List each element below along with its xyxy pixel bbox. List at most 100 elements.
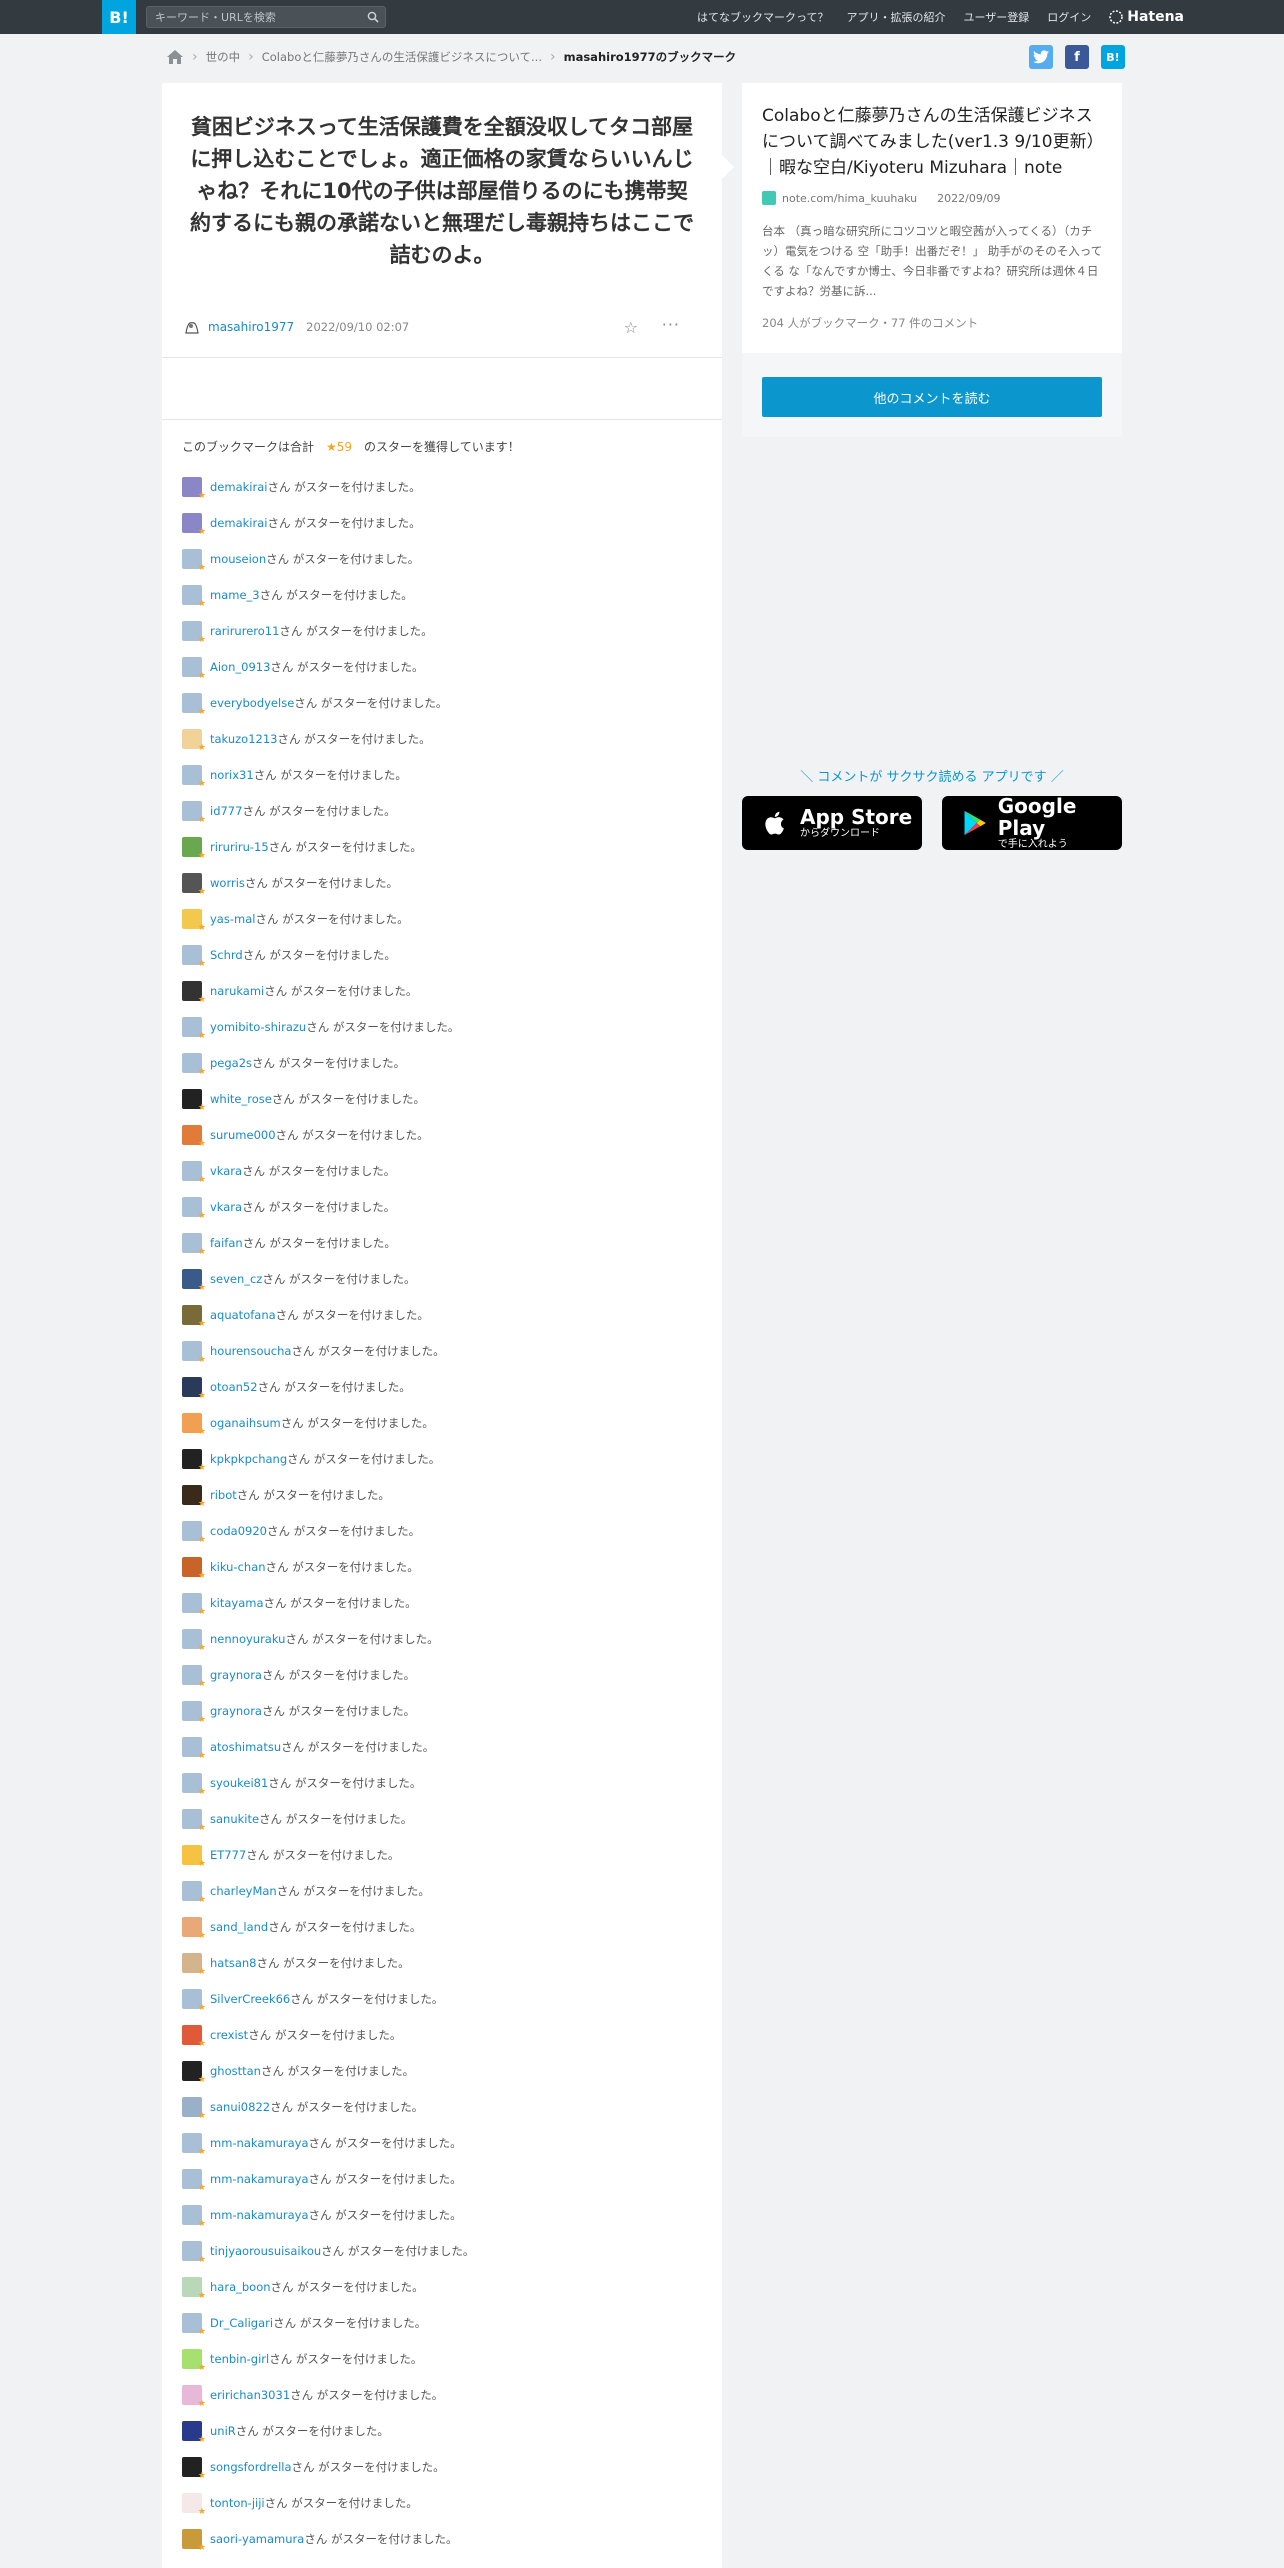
star-user-name[interactable]: everybodyelse: [210, 696, 294, 710]
nav-login[interactable]: ログイン: [1047, 9, 1091, 25]
star-user-name[interactable]: hara_boon: [210, 2280, 271, 2294]
star-user-name[interactable]: faifan: [210, 1236, 243, 1250]
star-user-name[interactable]: crexist: [210, 2028, 248, 2042]
star-user-name[interactable]: vkara: [210, 1200, 242, 1214]
star-user-avatar[interactable]: ★: [182, 765, 206, 789]
nav-apps[interactable]: アプリ・拡張の紹介: [846, 9, 945, 25]
star-user-name[interactable]: graynora: [210, 1668, 262, 1682]
bookmark-date[interactable]: 2022/09/10 02:07: [306, 320, 409, 334]
search-icon[interactable]: [367, 11, 379, 23]
star-user-avatar[interactable]: ★: [182, 1593, 206, 1617]
star-user-avatar[interactable]: ★: [182, 909, 206, 933]
star-user-name[interactable]: tonton-jiji: [210, 2496, 265, 2510]
star-user-name[interactable]: sanukite: [210, 1812, 259, 1826]
star-user-name[interactable]: tenbin-girl: [210, 2352, 269, 2366]
read-more-comments-button[interactable]: 他のコメントを読む: [762, 377, 1102, 417]
nav-register[interactable]: ユーザー登録: [963, 9, 1029, 25]
star-user-avatar[interactable]: ★: [182, 2313, 206, 2337]
star-user-avatar[interactable]: ★: [182, 1737, 206, 1761]
star-user-name[interactable]: white_rose: [210, 1092, 272, 1106]
add-star-icon[interactable]: ☆: [624, 318, 638, 337]
star-user-avatar[interactable]: ★: [182, 2421, 206, 2445]
star-user-avatar[interactable]: ★: [182, 1701, 206, 1725]
star-user-name[interactable]: ghosttan: [210, 2064, 261, 2078]
star-user-name[interactable]: songsfordrella: [210, 2460, 292, 2474]
home-icon[interactable]: [166, 49, 184, 65]
hatebu-share-button[interactable]: B!: [1101, 45, 1125, 69]
star-user-avatar[interactable]: ★: [182, 2241, 206, 2265]
star-user-avatar[interactable]: ★: [182, 1161, 206, 1185]
star-user-name[interactable]: hourensoucha: [210, 1344, 291, 1358]
star-user-avatar[interactable]: ★: [182, 1629, 206, 1653]
star-user-name[interactable]: kitayama: [210, 1596, 264, 1610]
star-user-avatar[interactable]: ★: [182, 2385, 206, 2409]
star-user-avatar[interactable]: ★: [182, 1557, 206, 1581]
star-user-avatar[interactable]: ★: [182, 1089, 206, 1113]
star-user-name[interactable]: yomibito-shirazu: [210, 1020, 306, 1034]
star-user-avatar[interactable]: ★: [182, 2349, 206, 2373]
star-user-name[interactable]: seven_cz: [210, 1272, 262, 1286]
star-user-name[interactable]: narukami: [210, 984, 264, 998]
search-input[interactable]: [147, 7, 357, 27]
star-user-avatar[interactable]: ★: [182, 2061, 206, 2085]
star-user-name[interactable]: mame_3: [210, 588, 260, 602]
star-user-name[interactable]: takuzo1213: [210, 732, 278, 746]
star-user-avatar[interactable]: ★: [182, 657, 206, 681]
star-user-avatar[interactable]: ★: [182, 1341, 206, 1365]
star-user-name[interactable]: charleyMan: [210, 1884, 277, 1898]
star-user-avatar[interactable]: ★: [182, 2133, 206, 2157]
star-user-avatar[interactable]: ★: [182, 1989, 206, 2013]
star-user-name[interactable]: hatsan8: [210, 1956, 257, 1970]
star-user-avatar[interactable]: ★: [182, 1305, 206, 1329]
twitter-share-button[interactable]: [1029, 45, 1053, 69]
star-user-name[interactable]: sand_land: [210, 1920, 268, 1934]
star-user-avatar[interactable]: ★: [182, 477, 206, 501]
star-user-avatar[interactable]: ★: [182, 549, 206, 573]
star-user-name[interactable]: surume000: [210, 1128, 276, 1142]
star-user-avatar[interactable]: ★: [182, 1377, 206, 1401]
star-user-avatar[interactable]: ★: [182, 1521, 206, 1545]
star-user-name[interactable]: graynora: [210, 1704, 262, 1718]
star-user-name[interactable]: atoshimatsu: [210, 1740, 281, 1754]
star-user-avatar[interactable]: ★: [182, 693, 206, 717]
star-user-name[interactable]: ribot: [210, 1488, 237, 1502]
star-user-avatar[interactable]: ★: [182, 513, 206, 537]
star-user-avatar[interactable]: ★: [182, 1881, 206, 1905]
star-user-avatar[interactable]: ★: [182, 2493, 206, 2517]
search-box[interactable]: [146, 6, 386, 28]
star-user-avatar[interactable]: ★: [182, 1809, 206, 1833]
star-user-avatar[interactable]: ★: [182, 1053, 206, 1077]
star-user-avatar[interactable]: ★: [182, 945, 206, 969]
star-user-avatar[interactable]: ★: [182, 2169, 206, 2193]
bookmark-user-link[interactable]: masahiro1977: [208, 320, 294, 334]
star-user-avatar[interactable]: ★: [182, 1017, 206, 1041]
entry-bookmark-count[interactable]: 204 人がブックマーク・77 件のコメント: [762, 315, 978, 331]
star-user-name[interactable]: sanui0822: [210, 2100, 270, 2114]
google-play-button[interactable]: Google Play で手に入れよう: [942, 795, 1122, 850]
user-avatar[interactable]: [182, 317, 202, 337]
star-user-name[interactable]: Schrd: [210, 948, 243, 962]
star-user-name[interactable]: otoan52: [210, 1380, 258, 1394]
star-user-avatar[interactable]: ★: [182, 1413, 206, 1437]
star-user-name[interactable]: vkara: [210, 1164, 242, 1178]
star-user-name[interactable]: ET777: [210, 1848, 246, 1862]
star-user-name[interactable]: mm-nakamuraya: [210, 2136, 309, 2150]
star-user-avatar[interactable]: ★: [182, 837, 206, 861]
star-user-avatar[interactable]: ★: [182, 1233, 206, 1257]
star-user-avatar[interactable]: ★: [182, 1773, 206, 1797]
star-user-name[interactable]: id777: [210, 804, 242, 818]
star-user-name[interactable]: kpkpkpchang: [210, 1452, 287, 1466]
more-menu-icon[interactable]: ···: [662, 315, 680, 334]
star-user-avatar[interactable]: ★: [182, 1197, 206, 1221]
star-user-name[interactable]: pega2s: [210, 1056, 252, 1070]
star-user-avatar[interactable]: ★: [182, 1665, 206, 1689]
star-user-name[interactable]: demakirai: [210, 480, 267, 494]
star-user-name[interactable]: yas-mal: [210, 912, 255, 926]
star-user-avatar[interactable]: ★: [182, 2025, 206, 2049]
star-user-name[interactable]: Dr_Caligari: [210, 2316, 273, 2330]
star-user-name[interactable]: mm-nakamuraya: [210, 2172, 309, 2186]
facebook-share-button[interactable]: f: [1065, 45, 1089, 69]
star-user-name[interactable]: saori-yamamura: [210, 2532, 304, 2546]
star-user-name[interactable]: norix31: [210, 768, 254, 782]
star-user-name[interactable]: kiku-chan: [210, 1560, 266, 1574]
